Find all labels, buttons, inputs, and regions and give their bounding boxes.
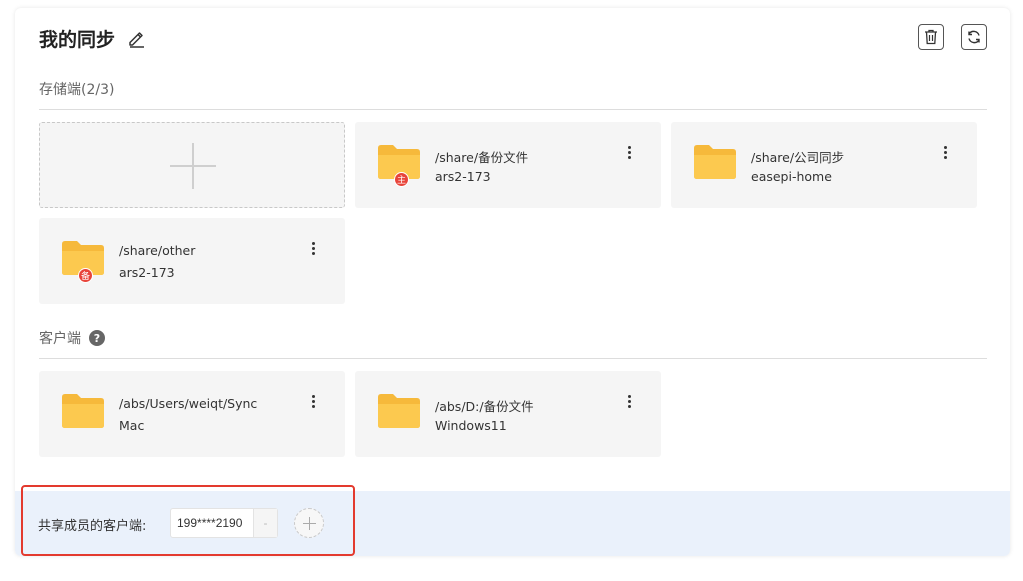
refresh-button[interactable] xyxy=(961,24,987,50)
add-storage-button[interactable] xyxy=(39,122,345,208)
storage-tile[interactable]: 备 /share/other ars2-173 xyxy=(39,218,345,304)
storage-tile[interactable]: /share/公司同步 easepi-home xyxy=(671,122,977,208)
client-path: /abs/D:/备份文件 xyxy=(435,399,534,414)
more-options-icon[interactable] xyxy=(625,146,633,164)
storage-path: /share/other xyxy=(119,243,196,258)
client-section-label: 客户端 ? xyxy=(39,328,105,348)
client-tile[interactable]: /abs/Users/weiqt/Sync Mac xyxy=(39,371,345,457)
member-chip: 199****2190 - xyxy=(170,508,278,538)
delete-button[interactable] xyxy=(918,24,944,50)
title-row: 我的同步 xyxy=(39,24,147,52)
primary-badge: 主 xyxy=(394,172,409,187)
client-host: Windows11 xyxy=(435,418,507,433)
storage-path: /share/公司同步 xyxy=(751,150,845,165)
member-phone: 199****2190 xyxy=(177,516,243,530)
shared-members-label: 共享成员的客户端: xyxy=(38,519,147,534)
page-title: 我的同步 xyxy=(39,28,116,51)
storage-tile[interactable]: 主 /share/备份文件 ars2-173 xyxy=(355,122,661,208)
edit-icon[interactable] xyxy=(127,28,147,48)
storage-host: ars2-173 xyxy=(435,169,491,184)
folder-icon xyxy=(378,394,420,428)
help-icon[interactable]: ? xyxy=(89,330,105,346)
storage-path: /share/备份文件 xyxy=(435,150,529,165)
client-divider xyxy=(39,358,987,359)
client-host: Mac xyxy=(119,418,145,433)
storage-host: easepi-home xyxy=(751,169,832,184)
backup-badge: 备 xyxy=(78,268,93,283)
remove-member-button[interactable]: - xyxy=(253,509,277,537)
storage-divider xyxy=(39,109,987,110)
more-options-icon[interactable] xyxy=(625,395,633,413)
shared-members-bar: 共享成员的客户端: 199****2190 - xyxy=(15,491,1010,556)
more-options-icon[interactable] xyxy=(941,146,949,164)
sync-card: 我的同步 存储端(2/3) 主 /share/备份文件 ars2-173 /sh… xyxy=(15,8,1010,556)
more-options-icon[interactable] xyxy=(309,242,317,260)
storage-section-label: 存储端(2/3) xyxy=(39,82,115,98)
storage-host: ars2-173 xyxy=(119,265,175,280)
refresh-icon xyxy=(968,30,980,44)
more-options-icon[interactable] xyxy=(309,395,317,413)
trash-icon xyxy=(925,29,937,45)
folder-icon xyxy=(694,145,736,179)
client-path: /abs/Users/weiqt/Sync xyxy=(119,396,258,411)
client-label-text: 客户端 xyxy=(39,331,81,347)
client-tile[interactable]: /abs/D:/备份文件 Windows11 xyxy=(355,371,661,457)
folder-icon xyxy=(62,394,104,428)
add-member-button[interactable] xyxy=(294,508,324,538)
